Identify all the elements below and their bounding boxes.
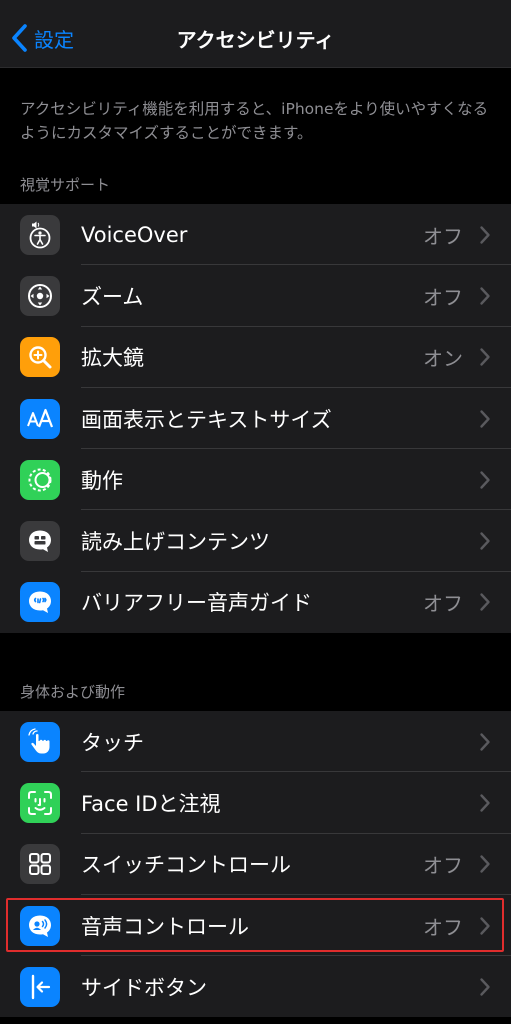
face-id-icon bbox=[20, 782, 60, 823]
row-label: 動作 bbox=[81, 468, 123, 493]
side-button-icon bbox=[20, 966, 60, 1007]
voiceover-icon bbox=[20, 214, 60, 255]
row-touch[interactable]: タッチ bbox=[0, 711, 511, 773]
chevron-right-icon bbox=[480, 593, 490, 612]
row-audio-description[interactable]: バリアフリー音声ガイド オフ bbox=[0, 572, 511, 633]
chevron-right-icon bbox=[480, 732, 490, 751]
chevron-right-icon bbox=[480, 287, 490, 305]
chevron-right-icon bbox=[480, 978, 490, 996]
intro-description: アクセシビリティ機能を利用すると、iPhoneをより使いやすくなるようにカスタマ… bbox=[20, 100, 489, 142]
magnifier-icon bbox=[20, 337, 60, 378]
row-label: スイッチコントロール bbox=[81, 853, 291, 878]
row-spoken-content[interactable]: 読み上げコンテンツ bbox=[0, 510, 511, 572]
touch-icon bbox=[20, 721, 60, 762]
row-motion[interactable]: 動作 bbox=[0, 449, 511, 511]
row-zoom[interactable]: ズーム オフ bbox=[0, 265, 511, 327]
chevron-right-icon bbox=[480, 471, 490, 489]
row-label: 音声コントロール bbox=[81, 914, 249, 939]
row-face-id-attention[interactable]: Face IDと注視 bbox=[0, 772, 511, 834]
physical-motor-settings-group: タッチ Face IDと注視 スイッチコントロール オフ 音声コントロール オフ… bbox=[0, 711, 511, 1018]
row-switch-control[interactable]: スイッチコントロール オフ bbox=[0, 834, 511, 895]
navigation-bar: 設定 アクセシビリティ bbox=[0, 0, 511, 68]
row-label: Face IDと注視 bbox=[81, 791, 221, 816]
row-voice-control[interactable]: 音声コントロール オフ bbox=[0, 895, 511, 957]
zoom-icon bbox=[20, 275, 60, 316]
chevron-right-icon bbox=[480, 409, 490, 428]
motion-icon bbox=[20, 459, 60, 500]
row-label: タッチ bbox=[81, 730, 144, 755]
page-title: アクセシビリティ bbox=[176, 28, 335, 52]
text-size-icon bbox=[20, 398, 60, 439]
chevron-right-icon bbox=[480, 348, 490, 366]
row-label: 画面表示とテキストサイズ bbox=[81, 407, 332, 432]
voice-control-icon bbox=[20, 905, 60, 946]
chevron-right-icon bbox=[480, 532, 490, 550]
row-voiceover[interactable]: VoiceOver オフ bbox=[0, 204, 511, 266]
chevron-right-icon bbox=[480, 855, 490, 873]
section-header-vision: 視覚サポート bbox=[20, 176, 111, 194]
row-value: オフ bbox=[423, 591, 463, 616]
row-value: オフ bbox=[423, 224, 463, 249]
row-label: ズーム bbox=[81, 284, 144, 309]
row-label: VoiceOver bbox=[81, 222, 188, 247]
row-value: オフ bbox=[423, 853, 463, 878]
chevron-right-icon bbox=[480, 225, 490, 244]
row-label: バリアフリー音声ガイド bbox=[81, 591, 312, 616]
row-value: オン bbox=[423, 346, 463, 371]
row-side-button[interactable]: サイドボタン bbox=[0, 956, 511, 1017]
row-value: オフ bbox=[423, 285, 463, 310]
chevron-right-icon bbox=[480, 916, 490, 935]
row-label: 読み上げコンテンツ bbox=[81, 530, 270, 555]
row-label: サイドボタン bbox=[81, 975, 207, 1000]
row-magnifier[interactable]: 拡大鏡 オン bbox=[0, 327, 511, 388]
vision-settings-group: VoiceOver オフ ズーム オフ 拡大鏡 オン 画面表示とテキストサイズ … bbox=[0, 204, 511, 634]
switch-control-icon bbox=[20, 844, 60, 885]
spoken-content-icon bbox=[20, 521, 60, 562]
row-display-text-size[interactable]: 画面表示とテキストサイズ bbox=[0, 388, 511, 450]
section-header-physical-motor: 身体および動作 bbox=[20, 683, 126, 701]
chevron-right-icon bbox=[480, 794, 490, 812]
audio-description-icon bbox=[20, 582, 60, 623]
row-label: 拡大鏡 bbox=[81, 346, 144, 371]
row-value: オフ bbox=[423, 915, 463, 940]
